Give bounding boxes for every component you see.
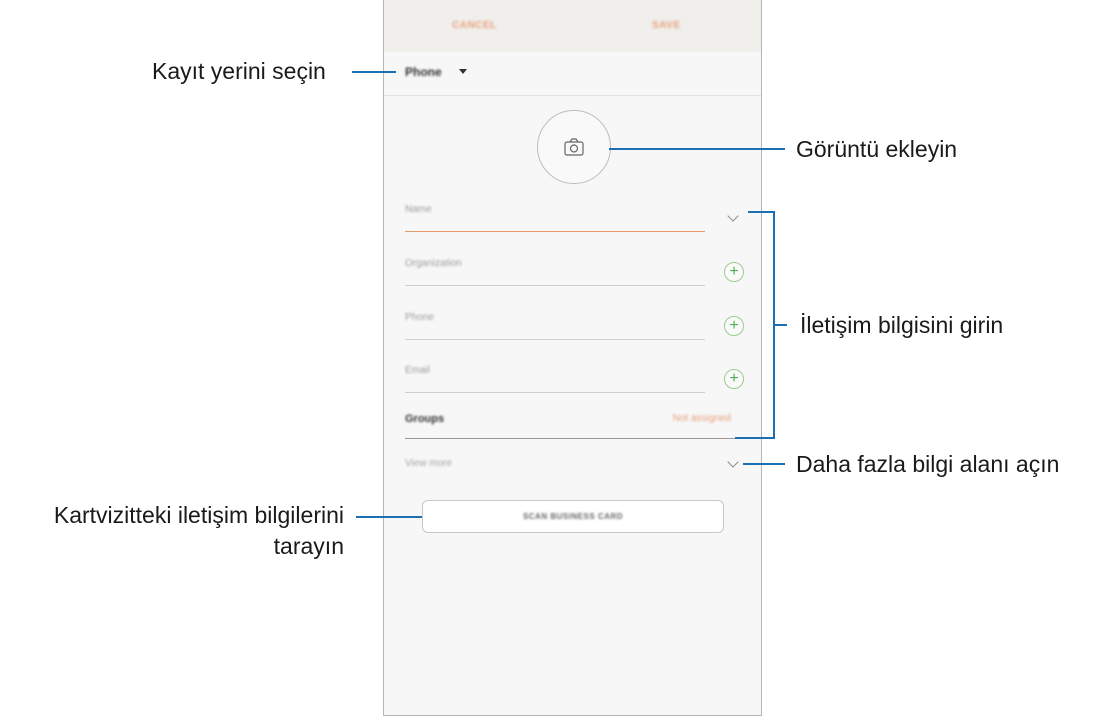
- storage-location-selector[interactable]: Phone: [405, 65, 442, 79]
- callout-line-photo: [609, 148, 785, 150]
- cancel-button[interactable]: CANCEL: [452, 20, 497, 31]
- groups-label: Groups: [405, 413, 445, 425]
- add-email-plus-icon[interactable]: +: [724, 369, 744, 389]
- annotation-scan-line2: tarayın: [273, 533, 344, 559]
- phone-placeholder: Phone: [405, 312, 434, 323]
- annotation-contact-info: İletişim bilgisini girin: [800, 312, 1004, 338]
- action-bar: CANCEL SAVE: [384, 0, 761, 52]
- divider: [384, 95, 761, 96]
- view-more-link[interactable]: View more: [405, 458, 452, 469]
- groups-value[interactable]: Not assigned: [673, 413, 731, 424]
- organization-field[interactable]: Organization: [405, 250, 705, 286]
- scan-button-label: SCAN BUSINESS CARD: [522, 512, 624, 521]
- name-field[interactable]: Name: [405, 196, 705, 232]
- email-placeholder: Email: [405, 365, 431, 376]
- callout-bracket-top: [748, 211, 775, 213]
- view-more-chevron-icon[interactable]: [727, 456, 739, 468]
- annotation-scan-line1: Kartvizitteki iletişim bilgilerini: [53, 502, 344, 528]
- annotation-more-fields: Daha fazla bilgi alanı açın: [796, 451, 1060, 477]
- annotation-storage: Kayıt yerini seçin: [152, 58, 326, 84]
- phone-field[interactable]: Phone: [405, 304, 705, 340]
- save-button[interactable]: SAVE: [652, 20, 681, 31]
- callout-line-contact: [775, 324, 787, 326]
- phone-screen: CANCEL SAVE Phone Name Organization + Ph…: [383, 0, 762, 716]
- organization-placeholder: Organization: [405, 258, 462, 269]
- scan-business-card-button[interactable]: SCAN BUSINESS CARD: [422, 500, 724, 533]
- dropdown-arrow-icon[interactable]: [459, 69, 467, 74]
- callout-line-more: [743, 463, 785, 465]
- add-organization-plus-icon[interactable]: +: [724, 262, 744, 282]
- field-underline: [405, 339, 705, 340]
- add-phone-plus-icon[interactable]: +: [724, 316, 744, 336]
- name-expand-chevron-icon[interactable]: [727, 210, 739, 222]
- field-underline: [405, 285, 705, 286]
- camera-icon: [564, 138, 584, 156]
- divider: [405, 438, 739, 439]
- callout-bracket-bottom: [735, 437, 775, 439]
- add-photo-button[interactable]: [537, 110, 611, 184]
- email-field[interactable]: Email: [405, 357, 705, 393]
- field-underline: [405, 231, 705, 232]
- callout-line-storage: [352, 71, 396, 73]
- callout-line-scan: [356, 516, 422, 518]
- annotation-photo: Görüntü ekleyin: [796, 136, 958, 162]
- name-placeholder: Name: [405, 204, 432, 215]
- field-underline: [405, 392, 705, 393]
